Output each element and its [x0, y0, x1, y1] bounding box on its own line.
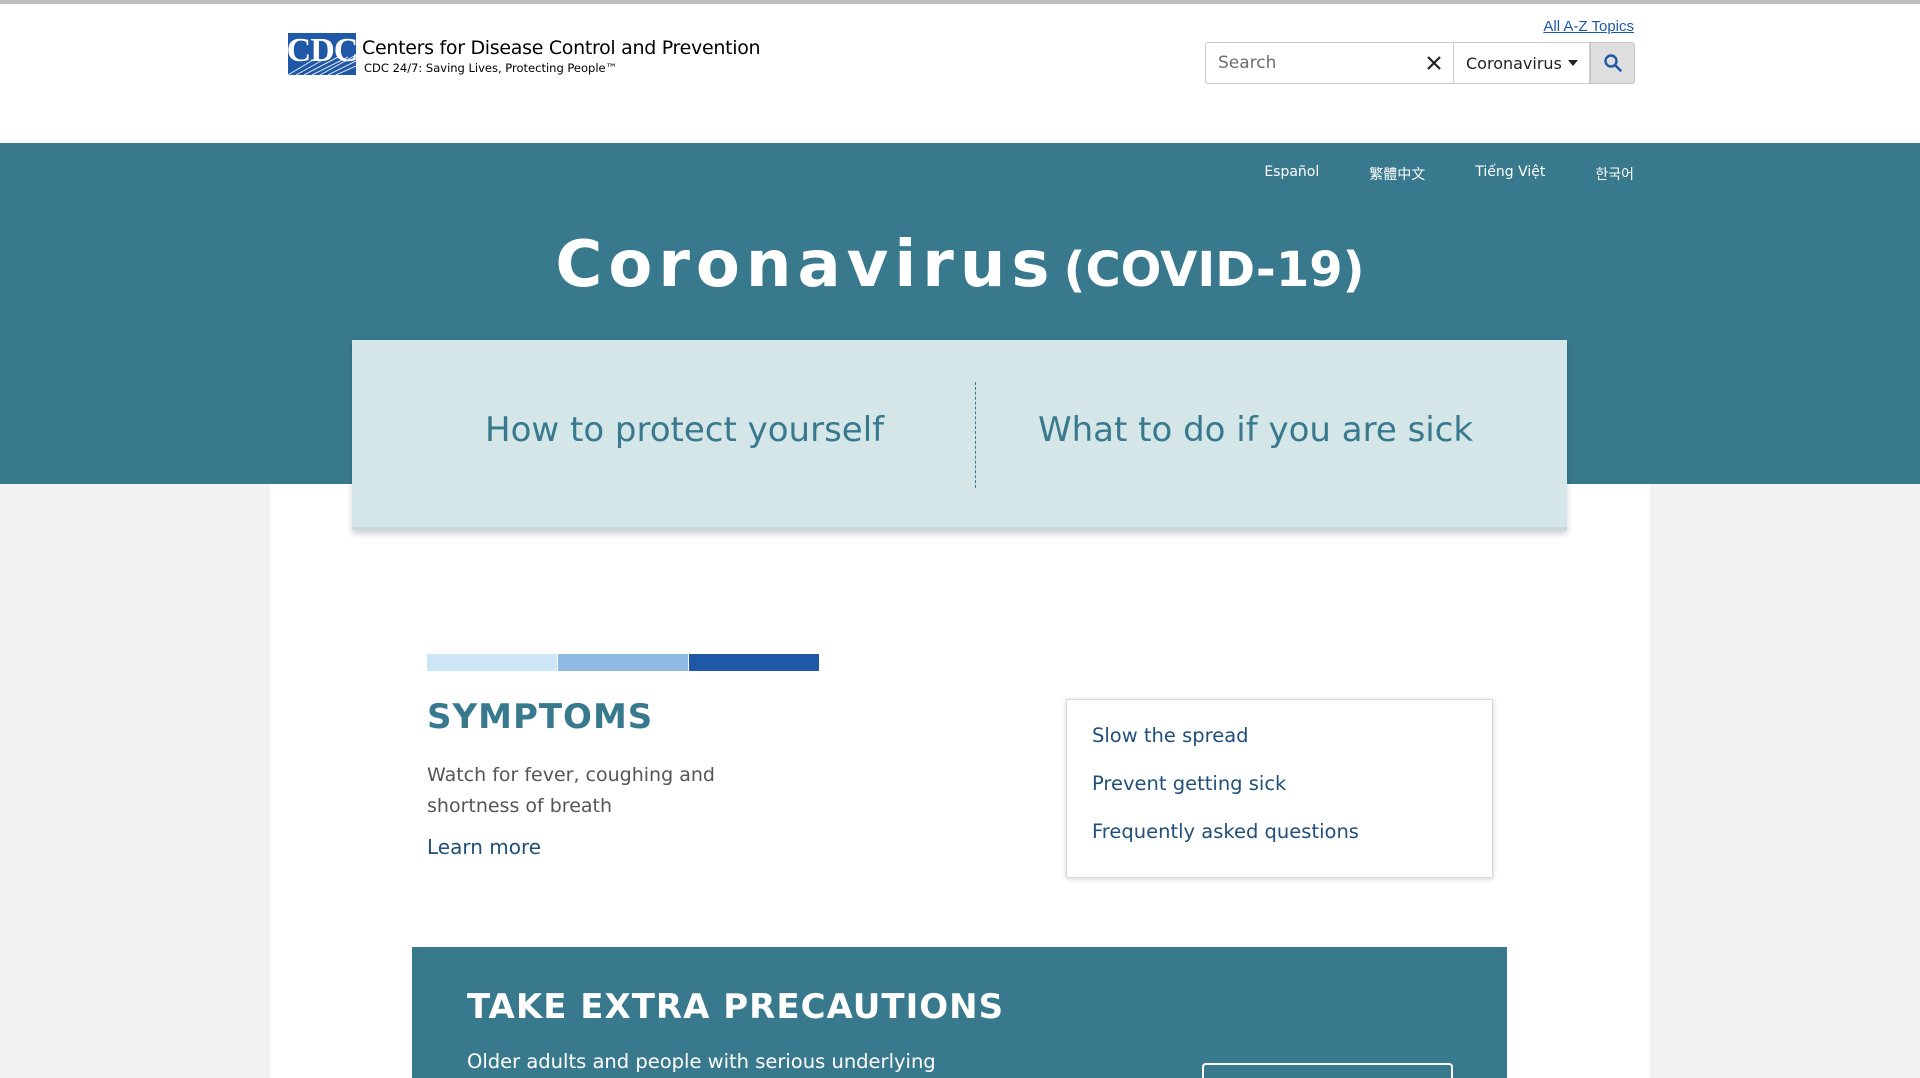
- lang-vietnamese-link[interactable]: Tiếng Việt: [1475, 164, 1545, 184]
- search-bar: Coronavirus: [1205, 42, 1635, 86]
- callout-divider: [975, 382, 976, 488]
- protect-yourself-link[interactable]: How to protect yourself: [485, 410, 884, 450]
- search-icon: [1603, 54, 1622, 72]
- accent-segment-light: [427, 654, 557, 671]
- symptoms-heading: SYMPTOMS: [427, 697, 654, 737]
- slow-spread-link[interactable]: Slow the spread: [1092, 724, 1467, 772]
- logo-abbrev: CDC: [288, 33, 356, 69]
- cdc-logo-link[interactable]: CDC Centers for Disease Control and Prev…: [288, 33, 761, 75]
- chevron-down-icon: [1567, 60, 1578, 66]
- page-title-main: Coronavirus: [555, 228, 1056, 302]
- precautions-banner: TAKE EXTRA PRECAUTIONS Older adults and …: [412, 947, 1507, 1078]
- symptoms-description: Watch for fever, coughing and shortness …: [427, 764, 715, 817]
- lang-spanish-link[interactable]: Español: [1264, 164, 1319, 184]
- az-topics-link[interactable]: All A-Z Topics: [1543, 18, 1634, 35]
- precautions-button[interactable]: [1202, 1063, 1453, 1078]
- search-input-wrap: [1205, 42, 1453, 84]
- page-title-sub: (COVID-19): [1063, 242, 1365, 298]
- search-input[interactable]: [1206, 43, 1406, 83]
- precautions-heading: TAKE EXTRA PRECAUTIONS: [467, 987, 1005, 1027]
- precautions-description: Older adults and people with serious und…: [467, 1050, 936, 1073]
- accent-segment-dark: [689, 654, 819, 671]
- org-name: Centers for Disease Control and Preventi…: [362, 37, 761, 59]
- close-icon[interactable]: [1425, 54, 1443, 72]
- symptoms-accent-bar: [427, 654, 820, 671]
- faq-link[interactable]: Frequently asked questions: [1092, 820, 1467, 868]
- prevent-sick-link[interactable]: Prevent getting sick: [1092, 772, 1467, 820]
- page-title: Coronavirus (COVID-19): [0, 228, 1920, 302]
- search-scope-label: Coronavirus: [1466, 53, 1562, 73]
- site-header: CDC Centers for Disease Control and Prev…: [0, 4, 1920, 143]
- accent-segment-mid: [558, 654, 688, 671]
- language-nav: Español 繁體中文 Tiếng Việt 한국어: [1264, 164, 1634, 184]
- lang-chinese-link[interactable]: 繁體中文: [1369, 164, 1425, 184]
- org-tagline: CDC 24/7: Saving Lives, Protecting Peopl…: [364, 61, 618, 75]
- org-text: Centers for Disease Control and Preventi…: [362, 37, 761, 75]
- search-scope-select[interactable]: Coronavirus: [1453, 42, 1590, 84]
- lang-korean-link[interactable]: 한국어: [1595, 164, 1634, 184]
- search-button[interactable]: [1590, 42, 1635, 84]
- learn-more-link[interactable]: Learn more: [427, 835, 541, 859]
- callout-box: How to protect yourself What to do if yo…: [352, 340, 1567, 530]
- cdc-logo-icon: CDC: [288, 33, 356, 75]
- if-sick-link[interactable]: What to do if you are sick: [1038, 410, 1473, 450]
- quick-links-box: Slow the spread Prevent getting sick Fre…: [1066, 699, 1493, 878]
